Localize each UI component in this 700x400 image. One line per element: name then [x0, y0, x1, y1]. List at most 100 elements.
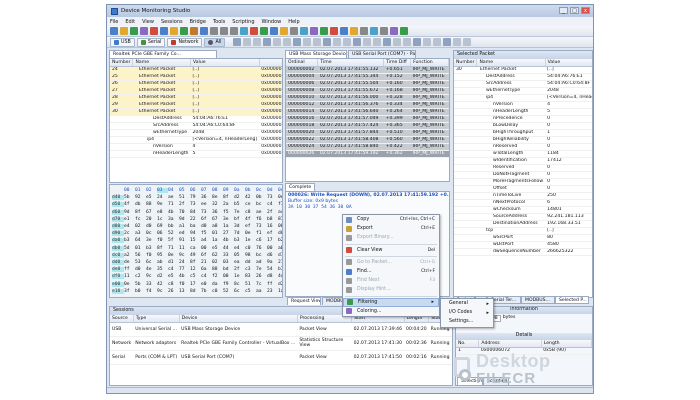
menu-scripting[interactable]: Scripting [232, 19, 254, 25]
hex-row[interactable]: e000e5b3342c8f017e0daf98c517cffd263 [112, 280, 282, 287]
details-col[interactable]: Address [478, 340, 542, 348]
session-row[interactable]: USB Universal Serial ... USB Mass Storage … [110, 322, 452, 337]
hex-row[interactable]: d405b92e524ae5179368e8fd2420b730ef4 [112, 194, 282, 201]
close-button[interactable]: x [581, 7, 590, 14]
packet-row[interactable]: nVersion 4 0x00000 [110, 143, 282, 151]
selected-packet-row[interactable]: ip4 [<Version=4, nHeade [454, 94, 592, 102]
filter-toolbar-icon-20[interactable] [433, 38, 442, 46]
filter-toolbar-icon-19[interactable] [423, 38, 432, 46]
toolbar-icon-9[interactable] [200, 27, 208, 35]
packet-row[interactable]: wEthernetType 2048 0x00000 [110, 129, 282, 137]
tab-usb-mass-storage[interactable]: USB Mass Storage Device -... [285, 50, 347, 58]
packet-list-col[interactable]: Name [132, 59, 191, 67]
submenu-item-0[interactable]: General ▸ [441, 299, 493, 308]
sessions-col[interactable]: Type [133, 315, 180, 323]
toolbar-icon-28[interactable] [390, 27, 398, 35]
details-col[interactable]: No. [456, 340, 480, 348]
packet-list-col[interactable]: Value [190, 59, 260, 67]
packet-row[interactable]: 28 Ethernet Packet [..] 0x00000 [110, 94, 282, 102]
toolbar-icon-7[interactable] [180, 27, 188, 35]
menu-item-find-next[interactable]: Find Next F3 [343, 276, 439, 285]
selected-packet-row[interactable]: bHighThroughput 1 [454, 129, 592, 137]
toolbar-icon-4[interactable] [150, 27, 158, 35]
packet-row[interactable]: 26 Ethernet Packet [..] 0x00000 [110, 80, 282, 88]
menu-view[interactable]: View [142, 19, 154, 25]
toolbar-icon-15[interactable] [260, 27, 268, 35]
toolbar-icon-2[interactable] [130, 27, 138, 35]
packet-row[interactable]: 30 Ethernet Packet [..] 0x00000 [110, 108, 282, 116]
menu-sessions[interactable]: Sessions [161, 19, 183, 25]
selected-packet-row[interactable]: wIdentification 17412 [454, 157, 592, 165]
packet-row[interactable]: DestAddress 54:04:A6:76:E1 0x00000 [110, 115, 282, 123]
maximize-button[interactable]: □ [570, 7, 579, 14]
usb-row[interactable]: 000000020 02.07.2013 17:41:57.844 +0.510 IR… [286, 129, 449, 137]
serial-filter-button[interactable]: Serial [136, 37, 166, 47]
selected-packet-row[interactable]: wTotalLength 1184 [454, 150, 592, 158]
hex-row[interactable]: d80e402d069bba1bad0a81a3def73160807 [112, 223, 282, 230]
filter-toolbar-icon-8[interactable] [313, 38, 322, 46]
menu-file[interactable]: File [110, 19, 118, 25]
filter-toolbar-icon-13[interactable] [363, 38, 372, 46]
packet-row[interactable]: 27 Ethernet Packet [..] 0x00000 [110, 87, 282, 95]
toolbar-icon-6[interactable] [170, 27, 178, 35]
menu-item-copy[interactable]: Copy Ctrl+Ins, Ctrl+C [343, 215, 439, 224]
menu-item-filtering[interactable]: Filtering ▸ [343, 297, 439, 307]
tab-modbus[interactable]: MODBUS [322, 297, 344, 305]
selected-packet-row[interactable]: Reserved 0 [454, 164, 592, 172]
toolbar-icon-3[interactable] [140, 27, 148, 35]
selected-packet-row[interactable]: wChecksum 14801 [454, 206, 592, 214]
packet-row[interactable]: 24 Ethernet Packet [..] 0x00000 [110, 66, 282, 74]
selected-packet-row[interactable]: 30 Ethernet Packet [..] [454, 66, 592, 74]
all-filter-button[interactable]: All [204, 37, 226, 47]
usb-row[interactable]: 000000016 02.07.2013 17:41:57.049 +0.399 IR… [286, 115, 449, 123]
filter-toolbar-icon-0[interactable] [233, 38, 242, 46]
usb-row[interactable]: 000000026 02.07.2013 17:41:59.192 +0.362 IR… [286, 150, 449, 158]
filter-toolbar-icon-17[interactable] [403, 38, 412, 46]
hex-row[interactable]: d609d8f67e84b70847336f57ec8ae2fa461 [112, 209, 282, 216]
selected-packet-row[interactable]: DoNotFragment 0 [454, 171, 592, 179]
selected-packet-row[interactable]: MoreFragmentsFollow 0 [454, 178, 592, 186]
filter-toolbar-icon-1[interactable] [243, 38, 252, 46]
selected-packet-row[interactable]: DestinationAddress 192.168.33.51 [454, 220, 592, 228]
toolbar-icon-29[interactable] [400, 27, 408, 35]
packet-row[interactable]: nHeaderLength 5 0x00000 [110, 150, 282, 158]
hex-row[interactable]: d70e1fc201c3a9d226f673ebf4ff6b8815b [112, 216, 282, 223]
packet-row[interactable]: ip4 [<Version=4, nHeaderLeng] 0x00000 [110, 136, 282, 144]
selected-packet-row[interactable]: nHeaderLength 5 [454, 108, 592, 116]
filter-toolbar-icon-10[interactable] [333, 38, 342, 46]
menu-item-clear-view[interactable]: Clear View Del [343, 246, 439, 255]
toolbar-icon-17[interactable] [280, 27, 288, 35]
selected-packet-col[interactable]: Name [476, 59, 546, 67]
packet-row[interactable]: SrcAddress 54:04:A6:C0:64:8F 0x00000 [110, 122, 282, 130]
submenu-item-2[interactable]: Settings... [441, 317, 493, 326]
session-row[interactable]: Serial Ports (COM & LPT) USB Serial Port (… [110, 350, 452, 365]
usb-col[interactable]: Time [317, 59, 385, 67]
selected-packet-row[interactable]: dwSequenceNumber 266625322 [454, 248, 592, 256]
selected-packet-row[interactable]: wSrcPort 80 [454, 234, 592, 242]
usb-row[interactable]: 000000010 02.07.2013 17:41:56.000 +0.328 IR… [286, 94, 449, 102]
toolbar-icon-20[interactable] [310, 27, 318, 35]
toolbar-icon-13[interactable] [240, 27, 248, 35]
selected-packet-col[interactable]: Number [454, 59, 478, 67]
menu-edit[interactable]: Edit [125, 19, 135, 25]
toolbar-icon-27[interactable] [380, 27, 388, 35]
usb-col[interactable]: Time Diff [383, 59, 412, 67]
menu-item-export-binary[interactable]: Export Binary... [343, 233, 439, 242]
filter-toolbar-icon-23[interactable] [463, 38, 472, 46]
filter-toolbar-icon-2[interactable] [253, 38, 262, 46]
selected-packet-row[interactable]: nNextProtocol 6 [454, 199, 592, 207]
usb-row[interactable]: 000000024 02.07.2013 17:41:58.840 +0.422 IR… [286, 143, 449, 151]
toolbar-icon-10[interactable] [210, 27, 218, 35]
hex-row[interactable]: de0ffd04e35c477126a88bd2fc37e54b7d0 [112, 266, 282, 273]
tab-complete[interactable]: Complete [285, 183, 315, 191]
selected-packet-row[interactable]: nTimeToLive 250 [454, 192, 592, 200]
usb-col[interactable]: Function [410, 59, 449, 67]
menu-item-find[interactable]: Find... Ctrl+F [343, 267, 439, 276]
selected-packet-col[interactable]: Value [545, 59, 592, 67]
toolbar-icon-12[interactable] [230, 27, 238, 35]
toolbar-icon-26[interactable] [370, 27, 378, 35]
selected-packet-row[interactable]: wDstPort 4580 [454, 241, 592, 249]
toolbar-icon-18[interactable] [290, 27, 298, 35]
hex-row[interactable]: da0b3643ef05f9115a41a4bb31ec617b20e [112, 237, 282, 244]
toolbar-icon-11[interactable] [220, 27, 228, 35]
